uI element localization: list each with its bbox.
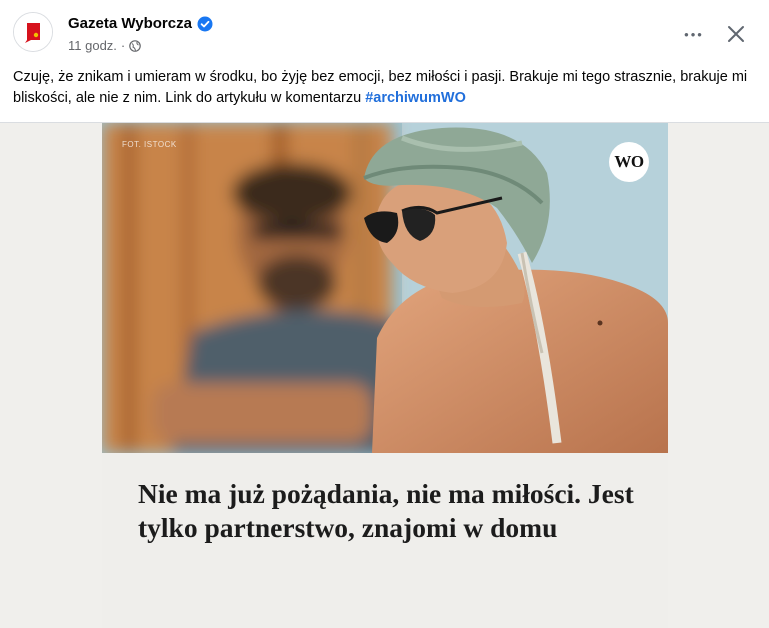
photo-illustration <box>102 123 668 453</box>
gazeta-logo-icon <box>14 13 52 51</box>
meta-separator: · <box>120 38 126 53</box>
more-horizontal-icon: ••• <box>684 26 704 42</box>
page-avatar[interactable] <box>13 12 53 52</box>
page-name-row: Gazeta Wyborcza <box>68 15 213 32</box>
close-button[interactable] <box>720 20 752 48</box>
close-icon <box>728 26 744 42</box>
post-meta: 11 godz. · <box>68 38 142 53</box>
more-options-button[interactable]: ••• <box>678 20 710 48</box>
verified-badge-icon <box>197 16 213 32</box>
article-photo[interactable]: FOT. ISTOCK WO <box>102 123 668 453</box>
globe-icon <box>129 39 142 52</box>
article-headline: Nie ma już pożądania, nie ma miłości. Je… <box>138 478 634 543</box>
article-headline-card[interactable]: Nie ma już pożądania, nie ma miłości. Je… <box>102 453 668 628</box>
post-timestamp[interactable]: 11 godz. <box>68 38 117 53</box>
hashtag-link[interactable]: #archiwumWO <box>365 90 466 106</box>
photo-credit: FOT. ISTOCK <box>122 140 177 149</box>
post-header: Gazeta Wyborcza 11 godz. · ••• <box>0 0 769 62</box>
page-name-link[interactable]: Gazeta Wyborcza <box>68 15 192 32</box>
wo-brand-badge: WO <box>609 142 649 182</box>
post-message: Czuję, że znikam i umieram w środku, bo … <box>13 67 753 109</box>
